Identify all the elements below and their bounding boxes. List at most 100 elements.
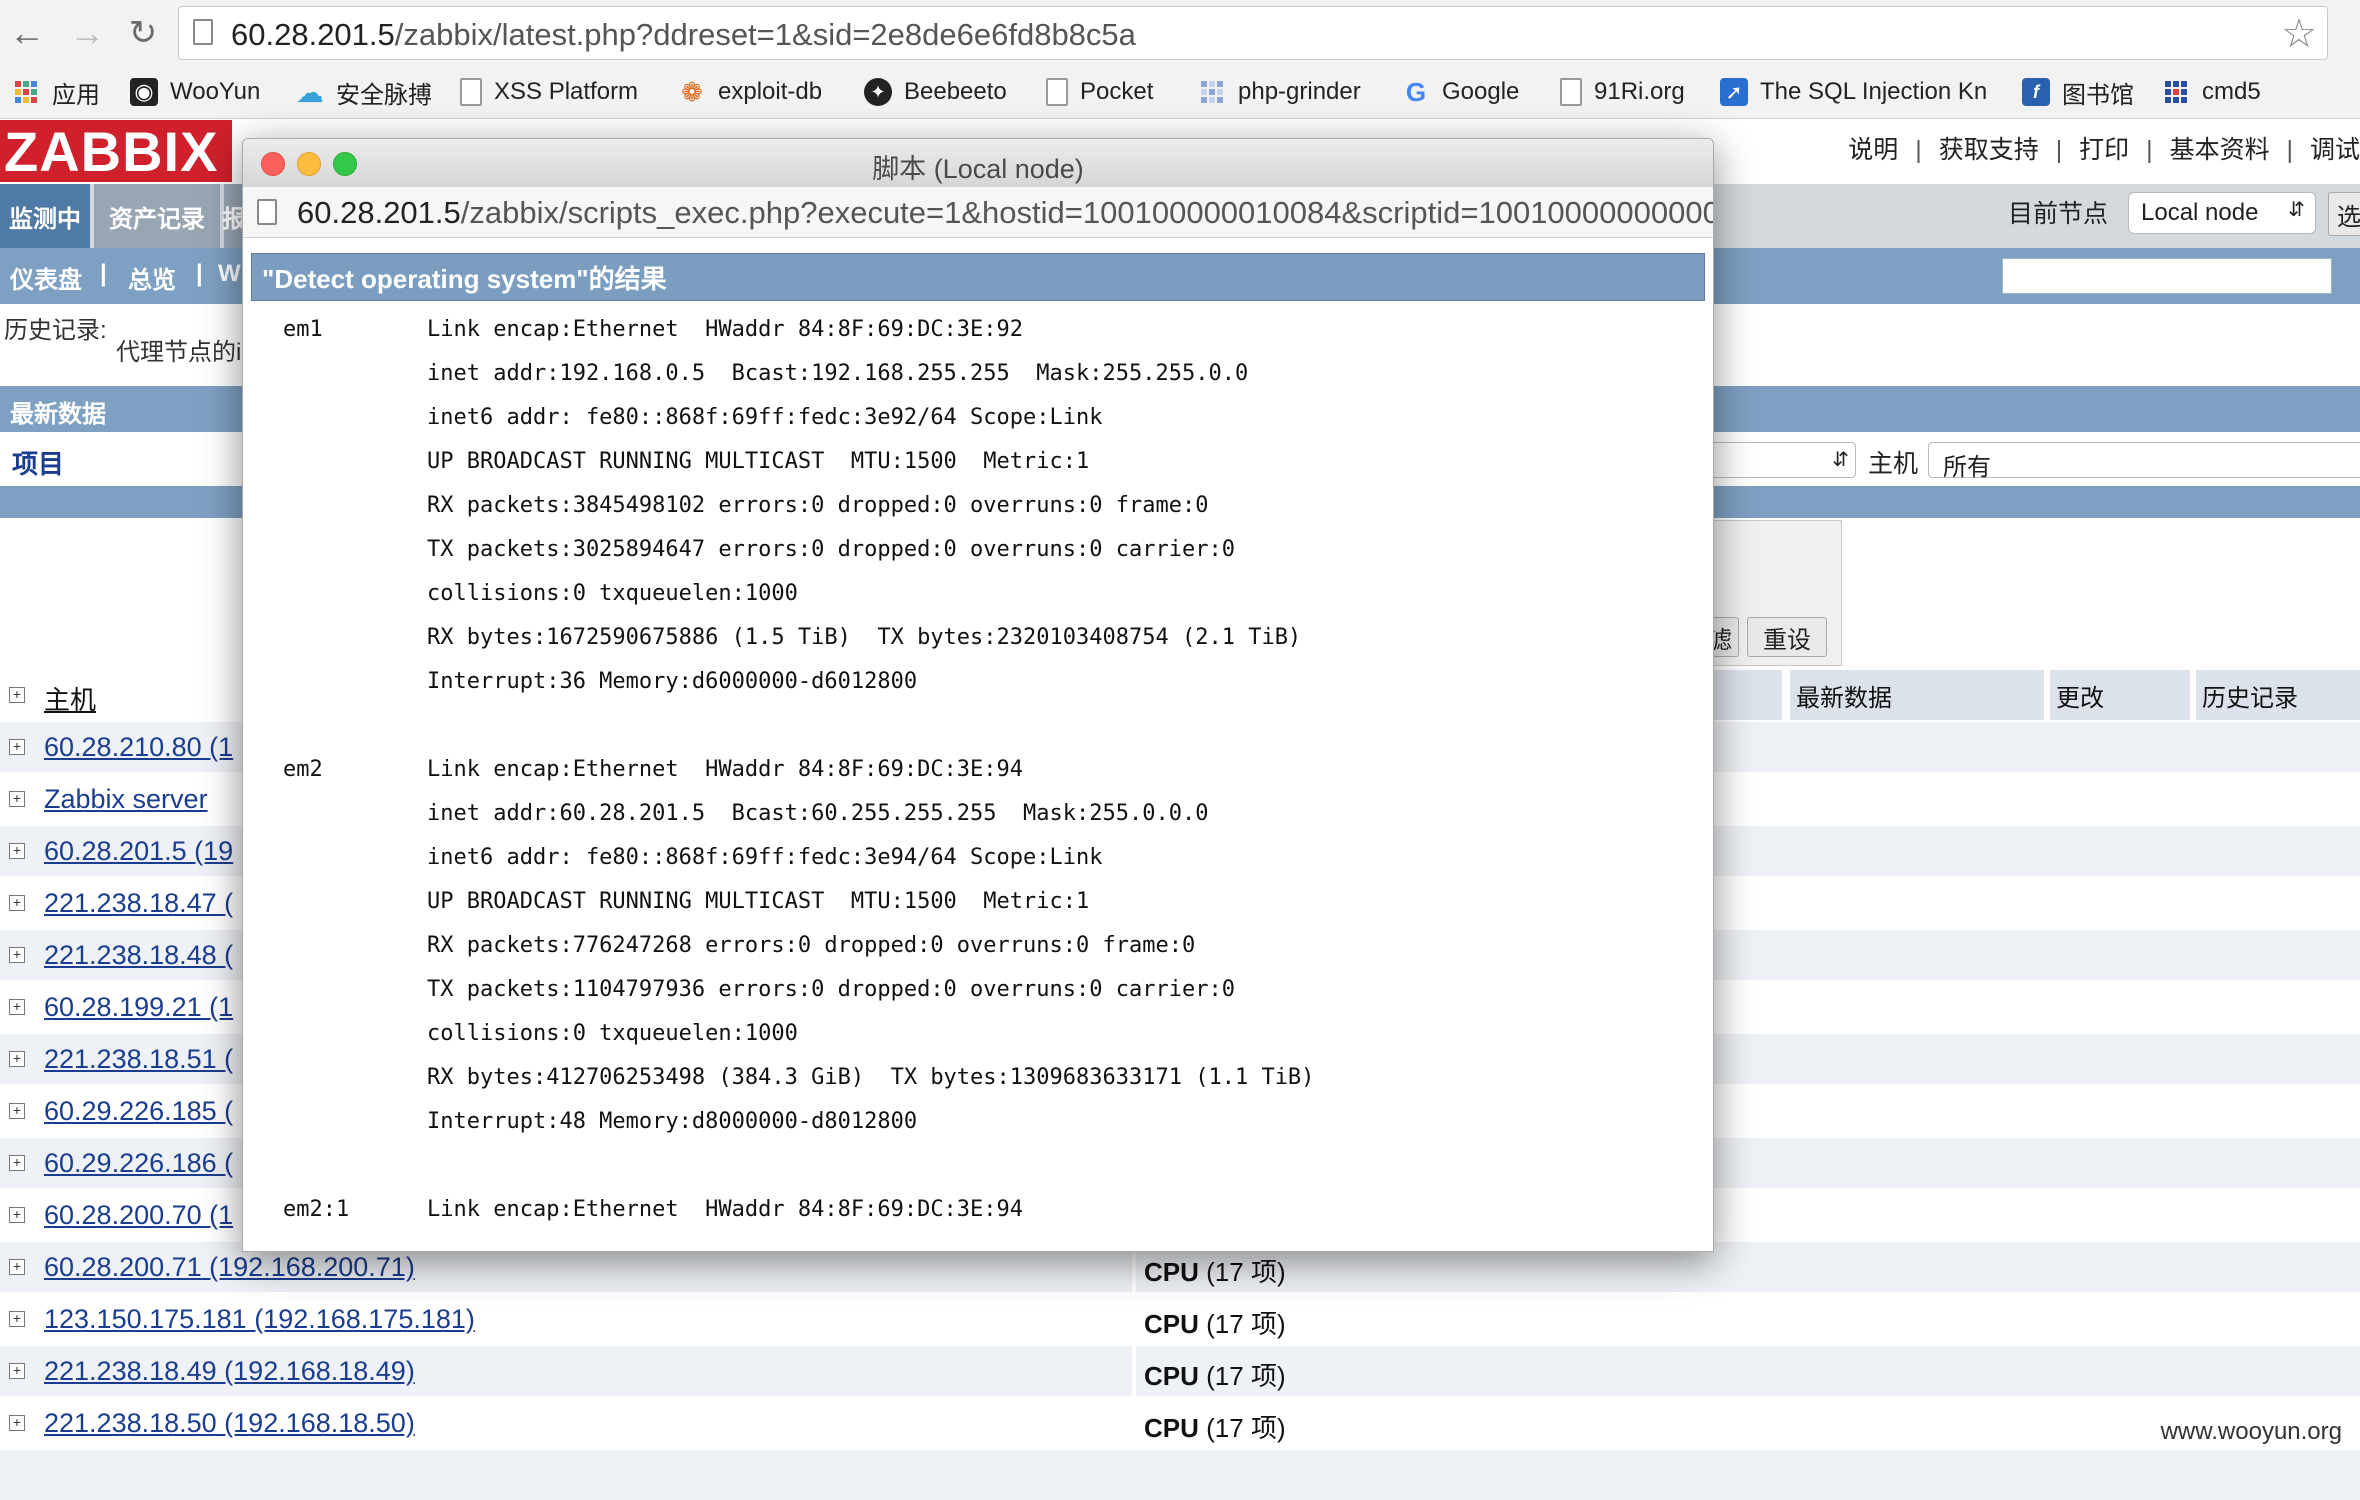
bookmark-cmd5[interactable]: cmd5 — [2162, 74, 2261, 110]
bookmark-exploit-db[interactable]: ❁ exploit-db — [678, 74, 822, 110]
select-arrows-icon: ⇵ — [1832, 449, 1849, 471]
host-link[interactable]: 60.29.226.185 ( — [44, 1096, 233, 1127]
expand-row-icon[interactable]: + — [9, 843, 25, 859]
current-node-select[interactable]: Local node ⇵ — [2128, 192, 2316, 234]
col-latest-data: 最新数据 — [1790, 670, 2044, 720]
expand-row-icon[interactable]: + — [9, 947, 25, 963]
bookmark-anquanmaibo[interactable]: ☁ 安全脉搏 — [296, 74, 432, 110]
expand-row-icon[interactable]: + — [9, 791, 25, 807]
page-icon — [460, 78, 482, 106]
host-link[interactable]: 60.29.226.186 ( — [44, 1148, 233, 1179]
expand-row-icon[interactable]: + — [9, 1363, 25, 1379]
bookmark-pocket[interactable]: Pocket — [1046, 74, 1153, 110]
beebeeto-icon: ✦ — [864, 78, 892, 106]
app-item-count: (17 项) — [1206, 1309, 1286, 1339]
host-link[interactable]: 221.238.18.49 (192.168.18.49) — [44, 1356, 415, 1387]
link-profile[interactable]: 基本资料 — [2170, 136, 2270, 164]
output-line: RX packets:3845498102 errors:0 dropped:0… — [427, 493, 1209, 518]
subtab-overview[interactable]: 总览 — [128, 260, 176, 295]
expand-row-icon[interactable]: + — [9, 1415, 25, 1431]
output-line: inet6 addr: fe80::868f:69ff:fedc:3e94/64… — [427, 845, 1103, 870]
reload-button[interactable]: ↻ — [120, 10, 166, 56]
output-line: collisions:0 txqueuelen:1000 — [427, 581, 798, 606]
zabbix-logo[interactable]: ZABBIX — [0, 120, 232, 183]
bookmark-google[interactable]: G Google — [1402, 74, 1520, 110]
reset-button[interactable]: 重设 — [1747, 617, 1827, 657]
host-link[interactable]: 60.28.210.80 (1 — [44, 732, 233, 763]
expand-row-icon[interactable]: + — [9, 1311, 25, 1327]
expand-row-icon[interactable]: + — [9, 1259, 25, 1275]
host-link[interactable]: 60.28.201.5 (19 — [44, 836, 233, 867]
host-link[interactable]: 221.238.18.47 ( — [44, 888, 233, 919]
subtab-dashboard[interactable]: 仪表盘 — [10, 260, 82, 295]
expand-row-icon[interactable]: + — [9, 895, 25, 911]
host-link[interactable]: 60.28.199.21 (1 — [44, 992, 233, 1023]
bookmark-php-grinder[interactable]: php-grinder — [1198, 74, 1361, 110]
host-link[interactable]: 60.28.200.71 (192.168.200.71) — [44, 1252, 415, 1283]
bookmark-label: Google — [1442, 78, 1520, 105]
col-host[interactable]: 主机 — [44, 680, 96, 717]
host-link[interactable]: 60.28.200.70 (1 — [44, 1200, 233, 1231]
tab-reports[interactable]: 报 — [222, 184, 246, 248]
app-item-count: (17 项) — [1206, 1413, 1286, 1443]
current-node-label: 目前节点 — [2008, 200, 2109, 228]
table-row: +123.150.175.181 (192.168.175.181) CPU (1… — [0, 1294, 2360, 1344]
separator: | — [1915, 136, 1922, 164]
result-title: "Detect operating system"的结果 — [262, 263, 667, 294]
expand-all-icon[interactable]: + — [9, 687, 25, 703]
host-link[interactable]: 221.238.18.48 ( — [44, 940, 233, 971]
output-line: RX bytes:412706253498 (384.3 GiB) TX byt… — [427, 1065, 1315, 1090]
expand-row-icon[interactable]: + — [9, 739, 25, 755]
page-icon — [1560, 78, 1582, 106]
host-link[interactable]: 221.238.18.51 ( — [44, 1044, 233, 1075]
bookmark-xss-platform[interactable]: XSS Platform — [460, 74, 638, 110]
proxy-text[interactable]: 代理节点的i — [116, 332, 241, 367]
expand-row-icon[interactable]: + — [9, 1207, 25, 1223]
link-print[interactable]: 打印 — [2079, 136, 2129, 164]
group-select[interactable]: ⇵ — [1700, 442, 1856, 478]
popup-address-bar[interactable]: 60.28.201.5/zabbix/scripts_exec.php?exec… — [243, 187, 1713, 238]
bookmark-apps[interactable]: 应用 — [12, 74, 100, 110]
host-link[interactable]: 221.238.18.50 (192.168.18.50) — [44, 1408, 415, 1439]
bookmark-star-icon[interactable]: ☆ — [2281, 11, 2317, 57]
expand-row-icon[interactable]: + — [9, 999, 25, 1015]
watermark: www.wooyun.org — [2160, 1418, 2342, 1445]
script-output: em1 Link encap:Ethernet HWaddr 84:8F:69:… — [243, 303, 1713, 1251]
back-button[interactable]: ← — [4, 10, 50, 56]
output-line: Link encap:Ethernet HWaddr 84:8F:69:DC:3… — [427, 317, 1024, 342]
app-name: CPU — [1144, 1309, 1199, 1339]
popup-title-bar[interactable]: 脚本 (Local node) — [243, 139, 1713, 188]
host-select[interactable]: 所有 — [1928, 442, 2360, 481]
tab-monitoring[interactable]: 监测中 — [0, 184, 90, 248]
search-input[interactable] — [2002, 258, 2332, 294]
expand-row-icon[interactable]: + — [9, 1155, 25, 1171]
expand-row-icon[interactable]: + — [9, 1051, 25, 1067]
tab-inventory[interactable]: 资产记录 — [94, 184, 220, 248]
popup-title: 脚本 (Local node) — [872, 154, 1084, 184]
subtab-web[interactable]: W — [218, 260, 241, 288]
bookmark-sql-injection[interactable]: ➚ The SQL Injection Kn — [1720, 74, 1987, 110]
bookmark-library[interactable]: f 图书馆 — [2022, 74, 2134, 110]
app-name: CPU — [1144, 1361, 1199, 1391]
link-help[interactable]: 说明 — [1848, 136, 1898, 164]
bookmark-beebeeto[interactable]: ✦ Beebeeto — [864, 74, 1007, 110]
address-bar[interactable]: 60.28.201.5/zabbix/latest.php?ddreset=1&… — [178, 6, 2328, 60]
select-arrows-icon: ⇵ — [2288, 199, 2305, 221]
bookmark-91ri[interactable]: 91Ri.org — [1560, 74, 1685, 110]
app-name: CPU — [1144, 1413, 1199, 1443]
forward-button[interactable]: → — [64, 10, 110, 56]
result-title-bar: "Detect operating system"的结果 — [251, 253, 1705, 301]
expand-row-icon[interactable]: + — [9, 1103, 25, 1119]
host-link[interactable]: Zabbix server — [44, 784, 208, 815]
output-line: inet addr:60.28.201.5 Bcast:60.255.255.2… — [427, 801, 1209, 826]
host-link[interactable]: 123.150.175.181 (192.168.175.181) — [44, 1304, 475, 1335]
reload-icon: ↻ — [128, 14, 158, 52]
separator: | — [2286, 136, 2294, 164]
link-get-support[interactable]: 获取支持 — [1939, 136, 2039, 164]
bookmark-wooyun[interactable]: ◉ WooYun — [130, 74, 260, 110]
link-debug[interactable]: 调试 — [2310, 136, 2360, 164]
address-url: 60.28.201.5/zabbix/latest.php?ddreset=1&… — [231, 17, 1136, 53]
google-icon: G — [1405, 76, 1427, 107]
app-item-count: (17 项) — [1206, 1257, 1286, 1287]
select-node-button[interactable]: 选 — [2328, 192, 2360, 236]
